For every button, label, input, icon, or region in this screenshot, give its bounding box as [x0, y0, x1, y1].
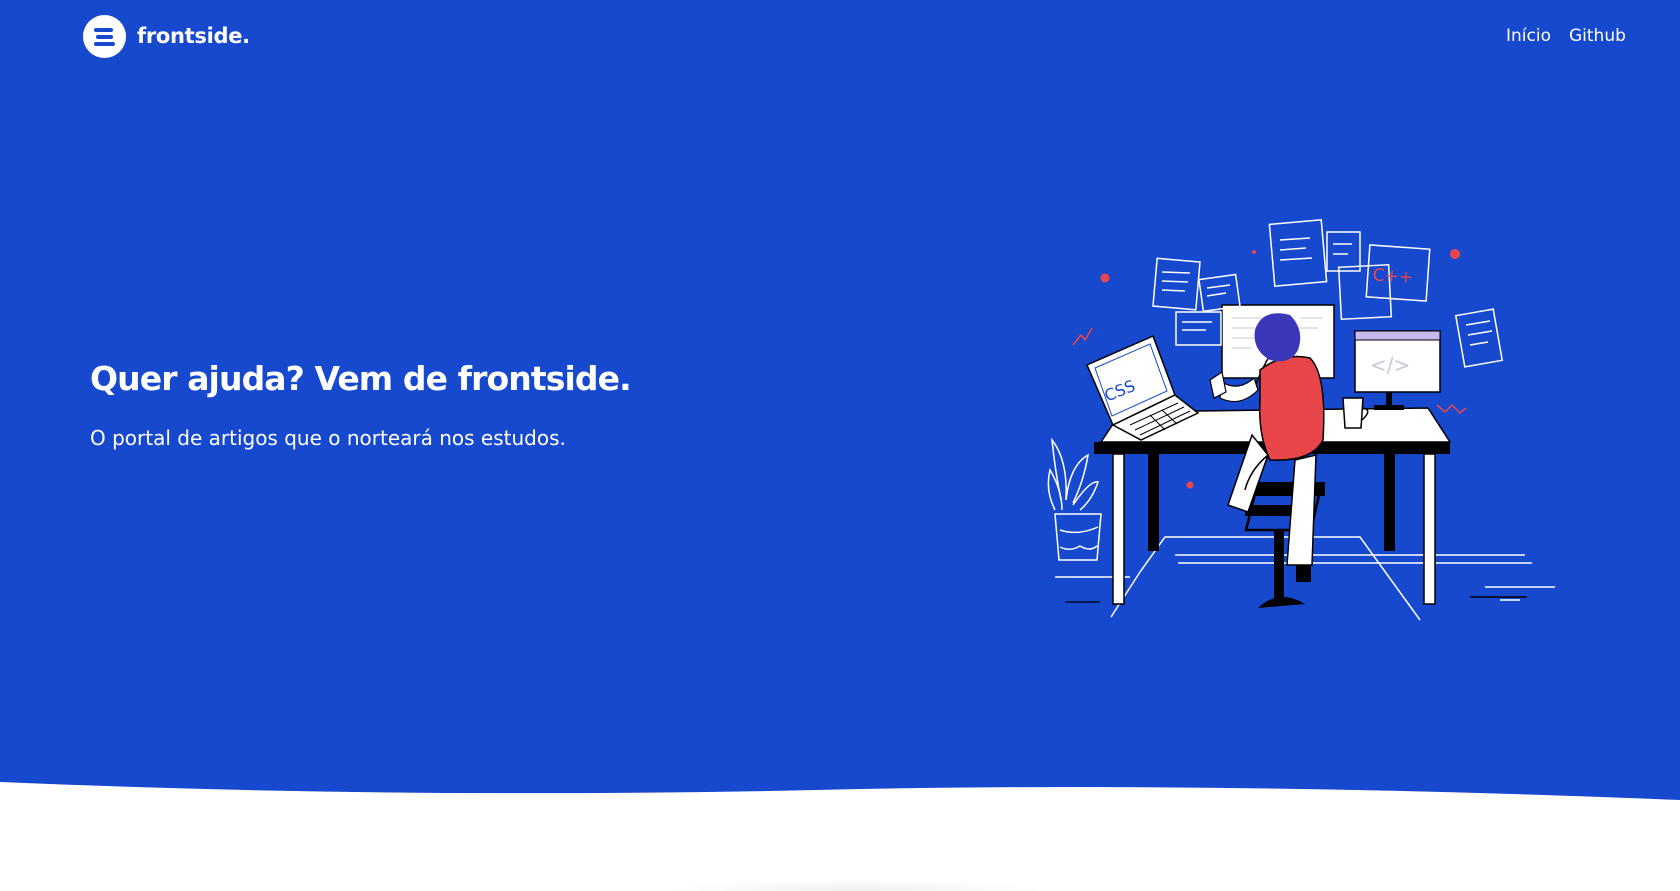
monitor-code-label: </> [1370, 353, 1410, 377]
content-card-shadow [665, 878, 1045, 891]
brand-name: frontside. [137, 24, 250, 48]
nav-link-github[interactable]: Github [1569, 24, 1626, 48]
developer-at-desk-illustration: CSS </> C++ [1047, 219, 1555, 621]
navbar: frontside. Início Github [0, 0, 1680, 74]
brand-logo-link[interactable]: frontside. [83, 14, 250, 58]
menu-lines-logo-icon [83, 14, 126, 58]
cpp-note-label: C++ [1372, 265, 1414, 288]
hero-section: frontside. Início Github Quer ajuda? Vem… [0, 0, 1680, 891]
plant-icon [1047, 437, 1102, 561]
hero-title: Quer ajuda? Vem de frontside. [90, 359, 632, 398]
nav-link-inicio[interactable]: Início [1506, 24, 1551, 48]
hero-subtitle: O portal de artigos que o norteará nos e… [90, 426, 566, 450]
